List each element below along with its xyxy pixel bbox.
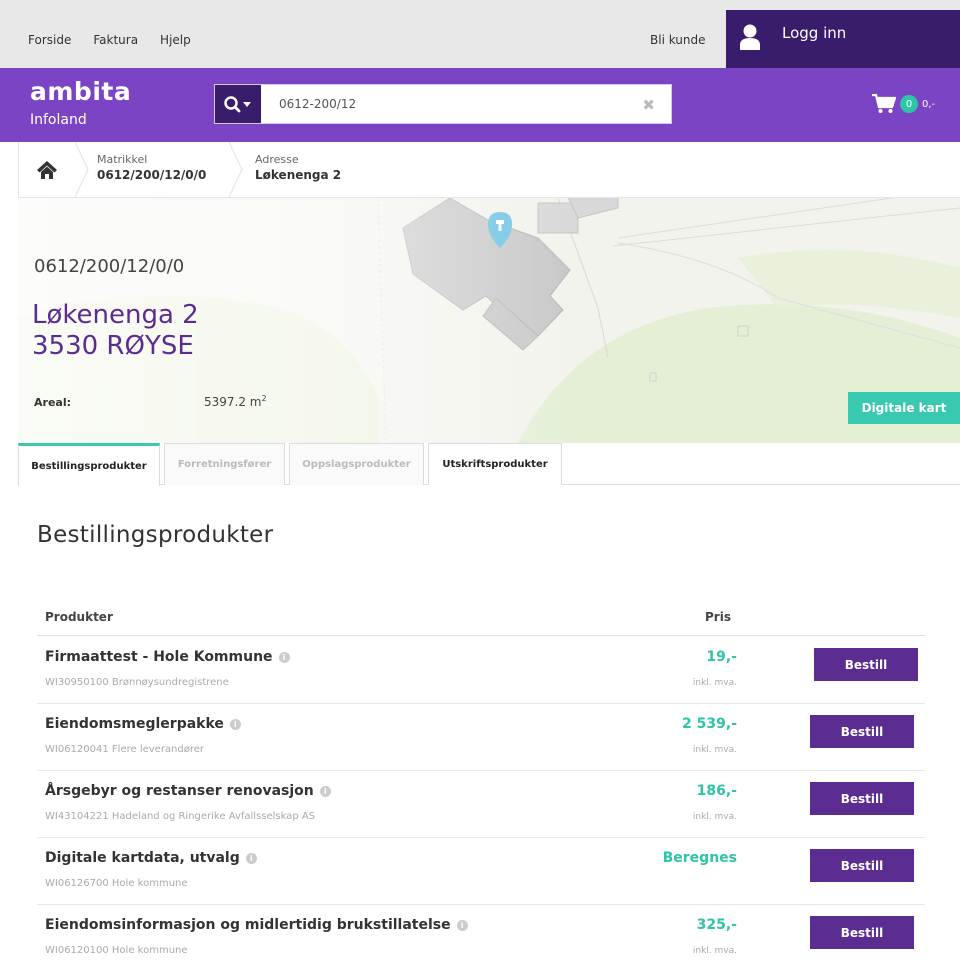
breadcrumb-matrikkel[interactable]: Matrikkel 0612/200/12/0/0 [97, 153, 206, 183]
cart-icon [872, 94, 896, 113]
product-mva: inkl. mva. [692, 946, 737, 956]
property-address: Løkenenga 2 3530 RØYSE [32, 300, 199, 362]
product-price: 186,- [696, 783, 737, 799]
product-name-text: Firmaattest - Hole Kommune [45, 649, 273, 665]
bestill-button[interactable]: Bestill [810, 715, 914, 748]
clear-icon[interactable]: ✖ [642, 96, 655, 114]
table-row: Eiendomsinformasjon og midlertidig bruks… [37, 905, 925, 965]
product-name: Digitale kartdata, utvalg i [45, 850, 257, 866]
breadcrumb-adresse-key: Adresse [255, 153, 299, 166]
logo-sub: Infoland [30, 112, 87, 128]
product-name: Eiendomsmeglerpakke i [45, 716, 241, 732]
table-row: Digitale kartdata, utvalg i WI06126700 Ho… [37, 838, 925, 905]
cart-button[interactable]: 0 0,- [872, 94, 935, 114]
address-line-2: 3530 RØYSE [32, 331, 194, 361]
product-name: Firmaattest - Hole Kommune i [45, 649, 290, 665]
tab-bestillingsprodukter[interactable]: Bestillingsprodukter [18, 443, 160, 486]
product-code: WI06126700 Hole kommune [45, 878, 188, 889]
areal-unit-sup: 2 [261, 394, 267, 403]
breadcrumb-matrikkel-value: 0612/200/12/0/0 [97, 168, 207, 182]
bli-kunde-link[interactable]: Bli kunde [650, 33, 706, 47]
table-row: Eiendomsmeglerpakke i WI06120041 Flere le… [37, 704, 925, 771]
table-row: Årsgebyr og restanser renovasjon i WI4310… [37, 771, 925, 838]
home-icon [37, 160, 57, 179]
breadcrumb-matrikkel-key: Matrikkel [97, 153, 148, 166]
nav-link-faktura[interactable]: Faktura [93, 33, 138, 47]
bestill-button[interactable]: Bestill [810, 849, 914, 882]
table-row: Firmaattest - Hole Kommune i WI30950100 B… [37, 637, 925, 704]
tab-forretningsforer[interactable]: Forretningsfører [164, 443, 285, 485]
nav-link-hjelp[interactable]: Hjelp [160, 33, 191, 47]
cart-amount: 0,- [922, 98, 936, 110]
tab-oppslagsprodukter[interactable]: Oppslagsprodukter [289, 443, 424, 485]
product-name-text: Eiendomsinformasjon og midlertidig bruks… [45, 917, 451, 933]
product-mva: inkl. mva. [692, 678, 737, 688]
areal-number: 5397.2 m [204, 395, 262, 409]
product-name-text: Digitale kartdata, utvalg [45, 850, 240, 866]
product-code: WI06120100 Hole kommune [45, 945, 188, 956]
search-input[interactable] [261, 85, 631, 123]
cart-count-badge: 0 [900, 95, 918, 113]
product-price: 325,- [696, 917, 737, 933]
search-type-button[interactable] [215, 85, 261, 123]
info-icon[interactable]: i [229, 718, 241, 730]
product-code: WI06120041 Flere leverandører [45, 744, 205, 755]
product-code: WI30950100 Brønnøysundregistrene [45, 677, 229, 688]
breadcrumb-home[interactable] [19, 142, 75, 197]
tab-utskriftsprodukter[interactable]: Utskriftsprodukter [428, 443, 562, 485]
info-icon[interactable]: i [245, 852, 257, 864]
nav-link-forside[interactable]: Forside [28, 33, 71, 47]
search-bar: ✖ [214, 84, 672, 124]
info-icon[interactable]: i [278, 651, 290, 663]
breadcrumb: Matrikkel 0612/200/12/0/0 Adresse Løkene… [18, 142, 960, 198]
breadcrumb-adresse-value: Løkenenga 2 [255, 168, 342, 182]
product-price: 2 539,- [682, 716, 737, 732]
section-title: Bestillingsprodukter [37, 522, 274, 548]
login-button[interactable]: Logg inn [726, 10, 960, 68]
product-price: 19,- [706, 649, 737, 665]
digitale-kart-button[interactable]: Digitale kart [848, 392, 960, 424]
areal-label: Areal: [34, 396, 71, 409]
breadcrumb-separator [75, 142, 89, 197]
column-header-produkter: Produkter [45, 610, 113, 624]
product-code: WI43104221 Hadeland og Ringerike Avfalls… [45, 811, 316, 822]
top-nav-links: Forside Faktura Hjelp [28, 33, 191, 47]
product-mva: inkl. mva. [692, 812, 737, 822]
property-matrikkel: 0612/200/12/0/0 [34, 256, 185, 277]
product-name-text: Eiendomsmeglerpakke [45, 716, 224, 732]
bestill-button[interactable]: Bestill [810, 916, 914, 949]
logo-brand: ambita [30, 77, 132, 106]
product-name: Årsgebyr og restanser renovasjon i [45, 783, 331, 799]
info-icon[interactable]: i [456, 919, 468, 931]
info-icon[interactable]: i [319, 785, 331, 797]
user-icon [740, 24, 760, 50]
products-table-header: Produkter Pris [37, 600, 925, 636]
breadcrumb-separator [229, 142, 243, 197]
breadcrumb-adresse[interactable]: Adresse Løkenenga 2 [255, 153, 341, 183]
column-header-pris: Pris [705, 610, 731, 624]
site-header: ambita Infoland ✖ 0 0,- [0, 68, 960, 142]
bestill-button[interactable]: Bestill [810, 782, 914, 815]
login-label: Logg inn [782, 24, 847, 42]
product-price: Beregnes [662, 850, 737, 866]
search-icon [224, 96, 251, 113]
product-tabs: Bestillingsprodukter Forretningsfører Op… [18, 443, 960, 486]
product-name-text: Årsgebyr og restanser renovasjon [45, 783, 314, 799]
property-hero: 0612/200/12/0/0 Løkenenga 2 3530 RØYSE A… [18, 198, 960, 443]
top-nav: Forside Faktura Hjelp Bli kunde Logg inn [0, 0, 960, 68]
product-mva: inkl. mva. [692, 745, 737, 755]
ambita-logo[interactable]: ambita Infoland [30, 78, 131, 130]
bestill-button[interactable]: Bestill [814, 648, 918, 681]
product-name: Eiendomsinformasjon og midlertidig bruks… [45, 917, 468, 933]
address-line-1: Løkenenga 2 [32, 300, 199, 330]
areal-value: 5397.2 m2 [204, 394, 267, 409]
